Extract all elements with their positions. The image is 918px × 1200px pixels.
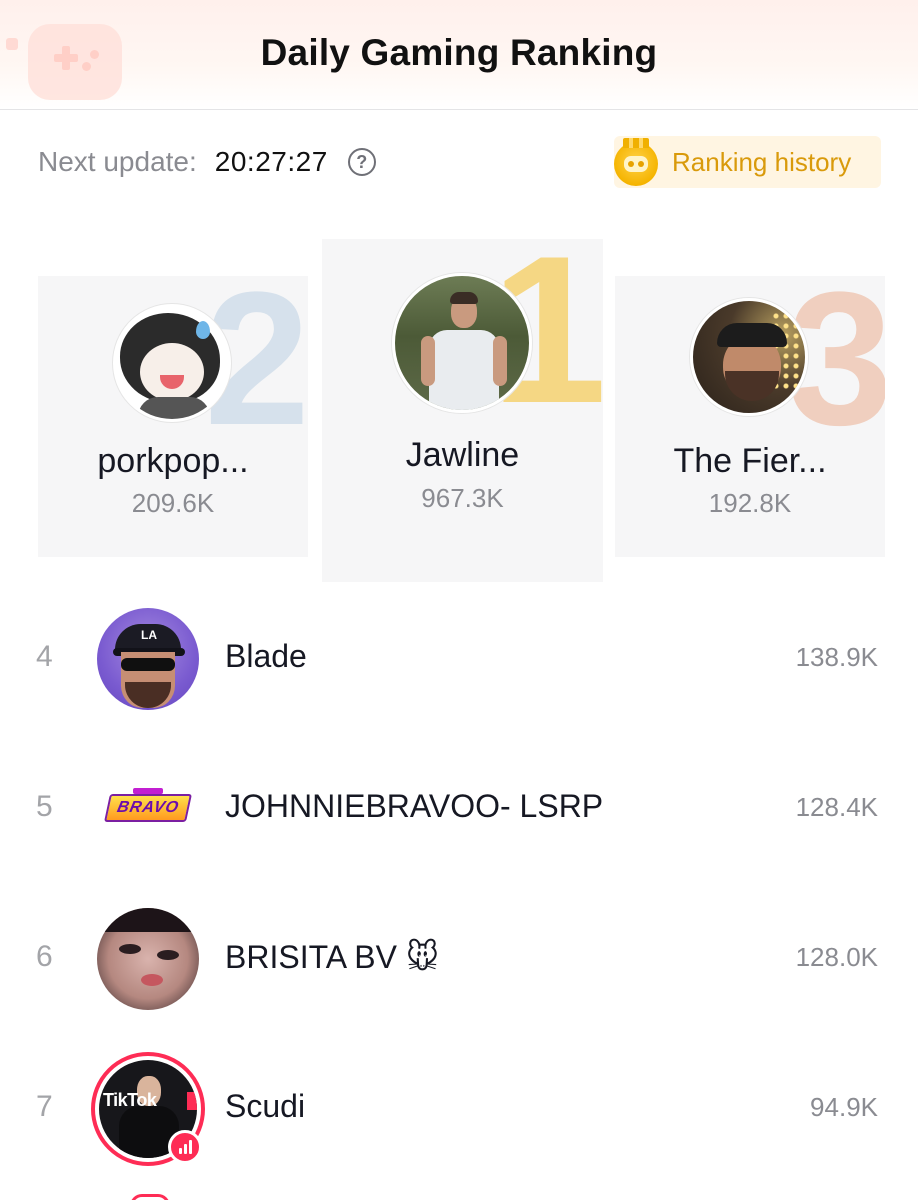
list-item-score: 128.4K (795, 792, 878, 822)
ranking-history-label: Ranking history (672, 147, 852, 177)
podium-card-first[interactable]: 1 Jawline 967.3K (322, 239, 603, 582)
avatar[interactable] (113, 304, 231, 422)
list-item[interactable]: 6 BRISITA BV 🐭 128.0K (0, 898, 918, 1018)
live-bars-icon (168, 1130, 202, 1164)
podium-score: 209.6K (131, 488, 215, 518)
podium-card-second[interactable]: 2 porkpop... 209.6K (38, 276, 308, 557)
avatar-brand-text: TikTok (103, 1090, 157, 1110)
ranking-history-button[interactable]: Ranking history (614, 136, 881, 188)
list-item-score: 128.0K (795, 942, 878, 972)
rank-number: 4 (36, 640, 53, 673)
list-item-name: Scudi (225, 1088, 306, 1124)
next-update-countdown: 20:27:27 (214, 146, 328, 177)
list-item-name: BRISITA BV 🐭 (225, 939, 440, 975)
list-item-name: JOHNNIEBRAVOO- LSRP (225, 788, 604, 824)
podium-card-third[interactable]: 3 The Fier... 192.8K (615, 276, 885, 557)
podium-name: The Fier... (673, 442, 827, 480)
header-bar: Daily Gaming Ranking (0, 0, 918, 110)
avatar[interactable] (97, 908, 199, 1010)
page-title: Daily Gaming Ranking (260, 32, 658, 73)
list-item[interactable]: 5 BRAVO JOHNNIEBRAVOO- LSRP 128.4K (0, 748, 918, 868)
rank-number: 7 (36, 1090, 53, 1123)
list-item-name: Blade (225, 638, 307, 674)
next-update-row: Next update: 20:27:27 ? (38, 142, 376, 182)
rank-number: 5 (36, 790, 53, 823)
avatar[interactable] (392, 273, 532, 413)
podium-name: porkpop... (97, 442, 249, 480)
avatar[interactable]: LA (97, 608, 199, 710)
question-circle-icon[interactable]: ? (347, 148, 376, 176)
next-avatar-partial (130, 1194, 170, 1200)
gamepad-medal-icon (614, 138, 658, 186)
list-item[interactable]: 4 LA Blade 138.9K (0, 598, 918, 718)
podium-score: 967.3K (421, 483, 504, 513)
bravo-logo: BRAVO (104, 794, 192, 822)
list-item-score: 94.9K (810, 1092, 878, 1122)
podium-score: 192.8K (708, 488, 792, 518)
list-item-score: 138.9K (795, 642, 878, 672)
rank-number: 6 (36, 940, 53, 973)
list-item[interactable]: 7 TikTok Scudi 94.9K (0, 1048, 918, 1168)
podium-name: Jawline (405, 436, 520, 474)
avatar[interactable] (690, 298, 808, 416)
next-update-label: Next update: (38, 146, 197, 177)
avatar[interactable]: BRAVO (97, 758, 199, 860)
